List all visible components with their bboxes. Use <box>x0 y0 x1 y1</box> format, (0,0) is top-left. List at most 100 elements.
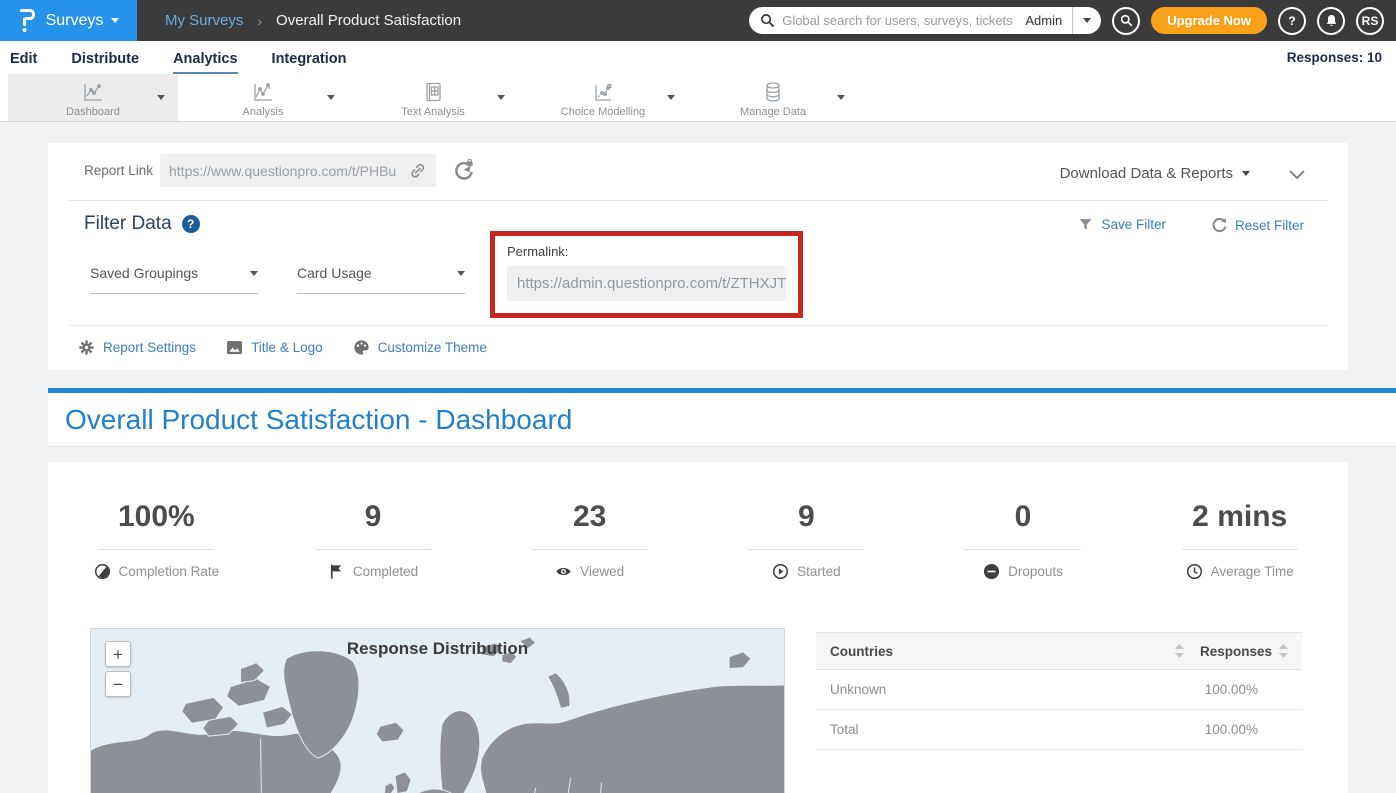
search-icon <box>1120 14 1133 27</box>
top-bar: Surveys My Surveys › Overall Product Sat… <box>0 0 1396 41</box>
eye-icon <box>555 563 572 580</box>
response-percentage: 100.00% <box>1205 722 1258 737</box>
report-link-label: Report Link <box>84 154 153 187</box>
global-search-input[interactable] <box>782 13 1025 28</box>
report-link-field[interactable]: https://www.questionpro.com/t/PHBu <box>160 154 436 187</box>
survey-nav: Edit Distribute Analytics Integration Re… <box>0 41 1396 74</box>
country-name: Unknown <box>830 682 886 697</box>
dashboard-panel: 100% Completion Rate 9 <box>48 462 1348 793</box>
tab-choice-modelling[interactable]: Choice Modelling <box>518 74 688 121</box>
chevron-down-icon <box>111 18 119 23</box>
topbar-actions: Admin Upgrade Now ? RS <box>749 7 1384 35</box>
stat-dropouts: 0 Dropouts <box>915 500 1132 580</box>
avatar-initials: RS <box>1362 14 1379 28</box>
report-title-band: Overall Product Satisfaction - Dashboard <box>48 393 1396 447</box>
map-zoom-in-button[interactable]: + <box>105 641 131 667</box>
secure-report-button[interactable] <box>452 159 475 187</box>
chevron-down-icon <box>457 271 465 276</box>
scatter-chart-icon <box>591 80 615 104</box>
saved-groupings-dropdown[interactable]: Saved Groupings <box>90 265 258 294</box>
tab-text-analysis[interactable]: Text Analysis <box>348 74 518 121</box>
search-scope-dropdown[interactable] <box>1072 7 1101 34</box>
title-logo-button[interactable]: Title & Logo <box>226 340 323 355</box>
link-icon[interactable] <box>408 161 427 180</box>
chevron-down-icon[interactable] <box>837 95 845 100</box>
stats-row: 100% Completion Rate 9 <box>48 462 1348 580</box>
image-icon <box>226 340 243 355</box>
map-zoom-controls: + − <box>105 641 131 697</box>
minus-circle-icon <box>983 563 1000 580</box>
breadcrumb: My Surveys › Overall Product Satisfactio… <box>165 12 461 29</box>
chevron-down-icon <box>1083 18 1091 23</box>
questionpro-logo-icon <box>18 7 38 34</box>
responses-column-header[interactable]: Responses <box>1200 644 1272 659</box>
collapse-panel-button[interactable] <box>1288 167 1306 185</box>
save-filter-button[interactable]: Save Filter <box>1078 217 1166 232</box>
table-row: Unknown 100.00% <box>816 670 1302 710</box>
card-usage-dropdown[interactable]: Card Usage <box>297 265 465 294</box>
global-search: Admin <box>749 7 1101 34</box>
report-footer-actions: Report Settings Title & Logo Customize T… <box>78 339 487 356</box>
document-grid-icon <box>421 80 445 104</box>
customize-theme-button[interactable]: Customize Theme <box>353 339 487 356</box>
sort-icon[interactable] <box>1279 644 1288 658</box>
response-distribution-map: Response Distribution + − <box>90 628 785 793</box>
stat-completion-rate: 100% Completion Rate <box>48 500 265 580</box>
bell-icon <box>1325 14 1338 28</box>
database-icon <box>761 80 785 104</box>
chevron-down-icon[interactable] <box>497 95 505 100</box>
question-mark-icon: ? <box>1288 14 1295 28</box>
nav-item-analytics[interactable]: Analytics <box>173 44 237 72</box>
report-link-url: https://www.questionpro.com/t/PHBu <box>169 163 408 179</box>
search-icon <box>760 13 775 28</box>
stat-started: 9 Started <box>698 500 915 580</box>
notifications-button[interactable] <box>1317 7 1345 35</box>
refresh-icon <box>1211 217 1227 233</box>
chevron-down-icon[interactable] <box>157 95 165 100</box>
user-avatar[interactable]: RS <box>1356 7 1384 35</box>
permalink-url-field[interactable]: https://admin.questionpro.com/t/ZTHXJTZj <box>507 266 786 301</box>
countries-column-header[interactable]: Countries <box>830 644 893 659</box>
stat-viewed: 23 Viewed <box>481 500 698 580</box>
report-settings-panel: Report Link https://www.questionpro.com/… <box>48 143 1348 370</box>
help-button[interactable]: ? <box>1278 7 1306 35</box>
line-chart-icon <box>81 80 105 104</box>
map-title: Response Distribution <box>91 639 784 659</box>
nav-item-integration[interactable]: Integration <box>272 44 347 72</box>
chevron-down-icon <box>1242 171 1250 176</box>
tab-analysis[interactable]: Analysis <box>178 74 348 121</box>
filter-data-heading: Filter Data ? <box>84 213 200 235</box>
divider <box>68 200 1328 201</box>
download-data-reports-menu[interactable]: Download Data & Reports <box>1060 165 1250 182</box>
breadcrumb-my-surveys[interactable]: My Surveys <box>165 12 243 29</box>
palette-icon <box>353 339 370 356</box>
upgrade-now-button[interactable]: Upgrade Now <box>1151 7 1267 34</box>
lock-globe-icon <box>452 159 475 182</box>
breadcrumb-separator: › <box>257 13 262 29</box>
filter-help-button[interactable]: ? <box>182 215 200 233</box>
half-circle-icon <box>94 563 111 580</box>
surveys-menu-button[interactable]: Surveys <box>0 0 137 41</box>
tab-manage-data[interactable]: Manage Data <box>688 74 858 121</box>
responses-count: Responses: 10 <box>1287 50 1382 65</box>
chevron-down-icon[interactable] <box>327 95 335 100</box>
nav-item-edit[interactable]: Edit <box>10 44 37 72</box>
questionpro-analytics-dashboard: Surveys My Surveys › Overall Product Sat… <box>0 0 1396 793</box>
table-row-total: Total 100.00% <box>816 710 1302 750</box>
reset-filter-button[interactable]: Reset Filter <box>1211 217 1304 233</box>
gear-icon <box>78 339 95 356</box>
divider <box>68 325 1328 326</box>
chevron-down-icon <box>1288 169 1306 180</box>
analysis-chart-icon <box>251 80 275 104</box>
table-header: Countries Responses <box>816 632 1302 670</box>
play-circle-icon <box>772 563 789 580</box>
tab-dashboard[interactable]: Dashboard <box>8 74 178 121</box>
report-settings-button[interactable]: Report Settings <box>78 339 196 356</box>
search-button[interactable] <box>1112 7 1140 35</box>
flag-icon <box>328 563 345 580</box>
sort-icon[interactable] <box>1175 644 1184 658</box>
chevron-down-icon[interactable] <box>667 95 675 100</box>
breadcrumb-current: Overall Product Satisfaction <box>276 12 461 29</box>
nav-item-distribute[interactable]: Distribute <box>71 44 139 72</box>
map-zoom-out-button[interactable]: − <box>105 671 131 697</box>
